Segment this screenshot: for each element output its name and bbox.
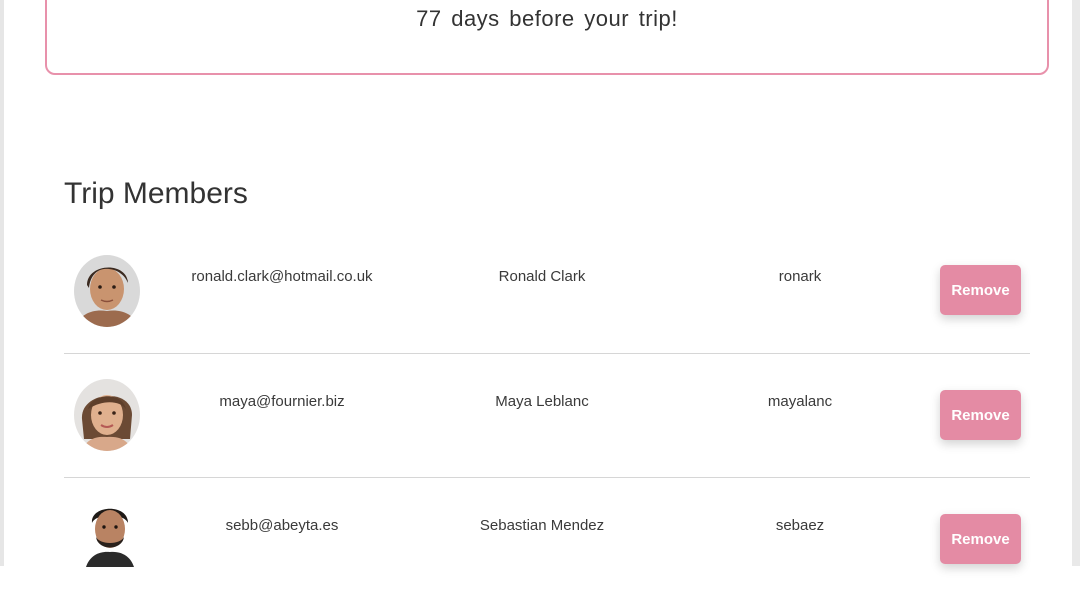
avatar xyxy=(74,255,140,327)
member-username: mayalanc xyxy=(767,393,833,410)
member-name: Ronald Clark xyxy=(498,268,586,285)
remove-member-button[interactable]: Remove xyxy=(940,265,1021,315)
member-name: Maya Leblanc xyxy=(495,393,589,410)
member-email: maya@fournier.biz xyxy=(219,393,345,410)
male-portrait-icon xyxy=(74,255,140,327)
member-username: ronark xyxy=(778,268,822,285)
member-username: sebaez xyxy=(775,517,825,534)
member-row: sebb@abeyta.es Sebastian Mendez sebaez R… xyxy=(64,477,1030,601)
member-email: sebb@abeyta.es xyxy=(225,517,339,534)
female-portrait-icon xyxy=(74,379,140,451)
male-portrait-icon xyxy=(80,501,140,567)
remove-member-button[interactable]: Remove xyxy=(940,390,1021,440)
page-left-edge xyxy=(0,0,4,566)
member-row: ronald.clark@hotmail.co.uk Ronald Clark … xyxy=(64,229,1030,354)
remove-member-button[interactable]: Remove xyxy=(940,514,1021,564)
page-right-edge xyxy=(1072,0,1080,566)
trip-countdown-text: 77 days before your trip! xyxy=(416,6,678,31)
avatar xyxy=(80,501,140,567)
section-title: Trip Members xyxy=(64,177,248,210)
avatar xyxy=(74,379,140,451)
member-email: ronald.clark@hotmail.co.uk xyxy=(191,268,373,285)
member-name: Sebastian Mendez xyxy=(479,517,605,534)
member-row: maya@fournier.biz Maya Leblanc mayalanc … xyxy=(64,353,1030,478)
trip-countdown-card: 77 days before your trip! xyxy=(45,0,1049,75)
